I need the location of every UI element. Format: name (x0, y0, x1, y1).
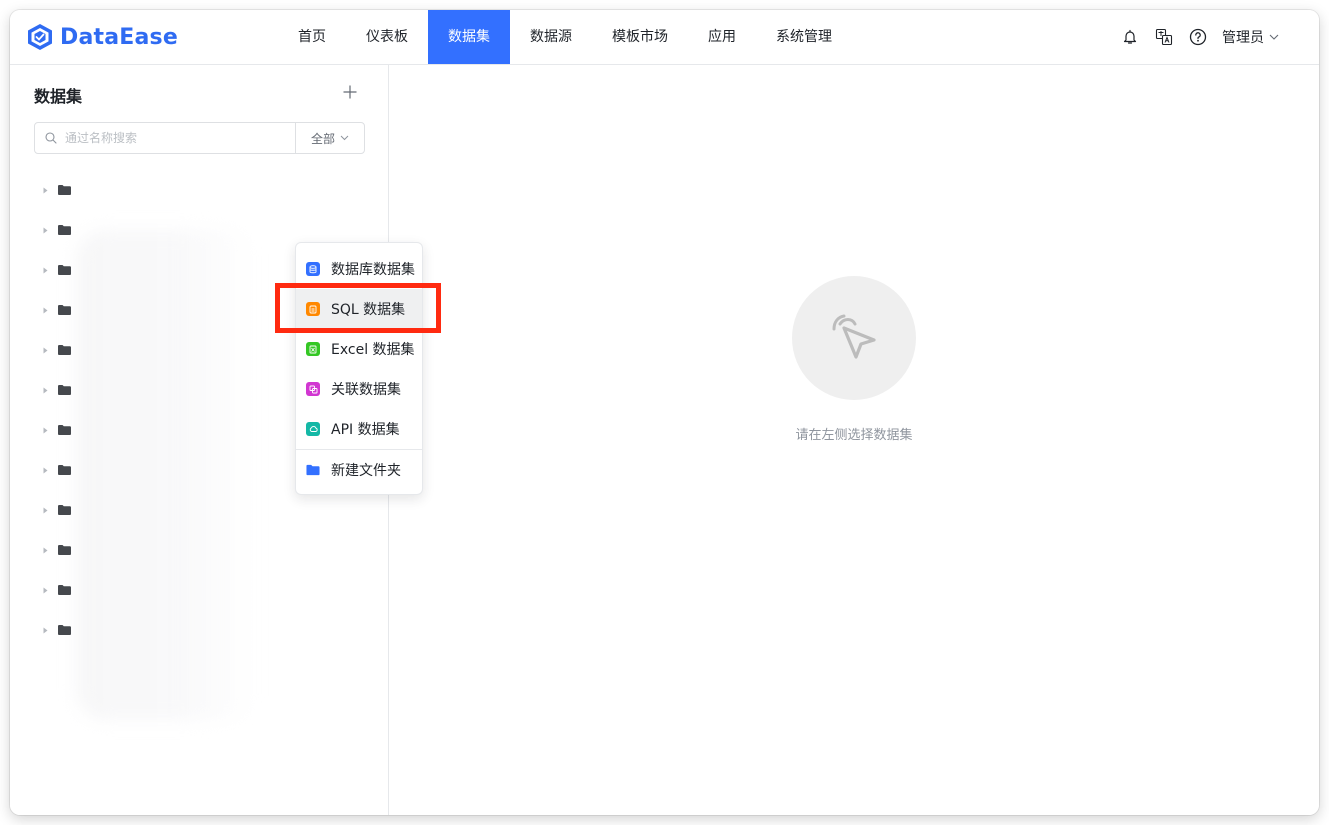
folder-icon (58, 624, 72, 636)
filter-select-value: 全部 (310, 131, 335, 146)
filter-select[interactable]: 全部 (295, 123, 364, 153)
dataease-logo-icon (28, 24, 52, 50)
nav-item-home[interactable]: 首页 (278, 10, 346, 64)
menu-item-new-folder[interactable]: 新建文件夹 (296, 450, 422, 490)
search-box: 全部 (34, 122, 365, 154)
menu-item-api-dataset[interactable]: API 数据集 (296, 409, 422, 449)
caret-right-icon[interactable] (40, 627, 50, 634)
main-nav: 首页 仪表板 数据集 数据源 模板市场 应用 系统管理 (278, 10, 852, 64)
menu-item-label: Excel 数据集 (331, 342, 415, 358)
plus-icon (343, 85, 357, 99)
caret-right-icon[interactable] (40, 587, 50, 594)
caret-right-icon[interactable] (40, 267, 50, 274)
header-actions: 管理员 (1106, 10, 1279, 64)
menu-item-label: API 数据集 (331, 422, 400, 438)
menu-item-sql-dataset[interactable]: SQL 数据集 (296, 289, 422, 329)
caret-right-icon[interactable] (40, 507, 50, 514)
menu-item-label: SQL 数据集 (331, 302, 406, 318)
add-dataset-button[interactable] (340, 82, 360, 102)
tree-row[interactable] (40, 490, 360, 530)
search-input[interactable] (63, 130, 267, 146)
user-name: 管理员 (1222, 30, 1264, 46)
excel-icon (306, 342, 320, 356)
nav-item-application[interactable]: 应用 (688, 10, 756, 64)
tree-row[interactable] (40, 530, 360, 570)
chevron-down-icon (1269, 34, 1279, 40)
caret-right-icon[interactable] (40, 547, 50, 554)
sidebar-title: 数据集 (34, 87, 83, 106)
nav-item-dashboard[interactable]: 仪表板 (346, 10, 428, 64)
nav-item-template-market[interactable]: 模板市场 (592, 10, 688, 64)
nav-item-datasource[interactable]: 数据源 (510, 10, 592, 64)
menu-item-excel-dataset[interactable]: Excel 数据集 (296, 329, 422, 369)
folder-icon (58, 184, 72, 196)
folder-icon (58, 584, 72, 596)
folder-icon (58, 464, 72, 476)
caret-right-icon[interactable] (40, 307, 50, 314)
folder-icon (58, 264, 72, 276)
folder-icon (58, 224, 72, 236)
empty-state-text: 请在左侧选择数据集 (795, 428, 913, 443)
folder-icon (58, 304, 72, 316)
create-dataset-menu: 数据库数据集 SQL 数据集 Excel 数据集 关联数据集 API 数据集 新… (295, 242, 423, 495)
tree-row[interactable] (40, 610, 360, 650)
caret-right-icon[interactable] (40, 187, 50, 194)
folder-icon (58, 384, 72, 396)
folder-icon (58, 504, 72, 516)
caret-right-icon[interactable] (40, 347, 50, 354)
api-icon (306, 422, 320, 436)
empty-state-illustration (792, 276, 916, 400)
caret-right-icon[interactable] (40, 387, 50, 394)
folder-icon (58, 544, 72, 556)
tree-row[interactable] (40, 570, 360, 610)
help-icon[interactable] (1188, 27, 1208, 47)
menu-item-label: 关联数据集 (331, 382, 401, 398)
translate-icon[interactable] (1154, 27, 1174, 47)
folder-icon (58, 344, 72, 356)
search-icon (45, 132, 57, 144)
menu-item-database-dataset[interactable]: 数据库数据集 (296, 249, 422, 289)
database-icon (306, 262, 320, 276)
caret-right-icon[interactable] (40, 467, 50, 474)
union-icon (306, 382, 320, 396)
logo[interactable]: DataEase (26, 21, 178, 53)
logo-text: DataEase (60, 24, 178, 50)
notification-icon[interactable] (1120, 27, 1140, 47)
app-window: DataEase 首页 仪表板 数据集 数据源 模板市场 应用 系统管理 管理员… (10, 10, 1319, 815)
tree-row[interactable] (40, 170, 360, 210)
cursor-pointer-icon (832, 314, 876, 359)
nav-item-dataset[interactable]: 数据集 (428, 10, 510, 64)
folder-icon (306, 463, 320, 477)
top-header: DataEase 首页 仪表板 数据集 数据源 模板市场 应用 系统管理 管理员 (10, 10, 1319, 65)
caret-right-icon[interactable] (40, 427, 50, 434)
search-input-wrap (35, 123, 295, 153)
folder-icon (58, 424, 72, 436)
menu-item-label: 数据库数据集 (331, 262, 415, 278)
chevron-down-icon (340, 135, 349, 141)
caret-right-icon[interactable] (40, 227, 50, 234)
main-content: 请在左侧选择数据集 (389, 65, 1319, 815)
sql-icon (306, 302, 320, 316)
menu-item-union-dataset[interactable]: 关联数据集 (296, 369, 422, 409)
nav-item-system-management[interactable]: 系统管理 (756, 10, 852, 64)
user-menu[interactable]: 管理员 (1222, 27, 1279, 47)
menu-item-label: 新建文件夹 (331, 463, 401, 479)
